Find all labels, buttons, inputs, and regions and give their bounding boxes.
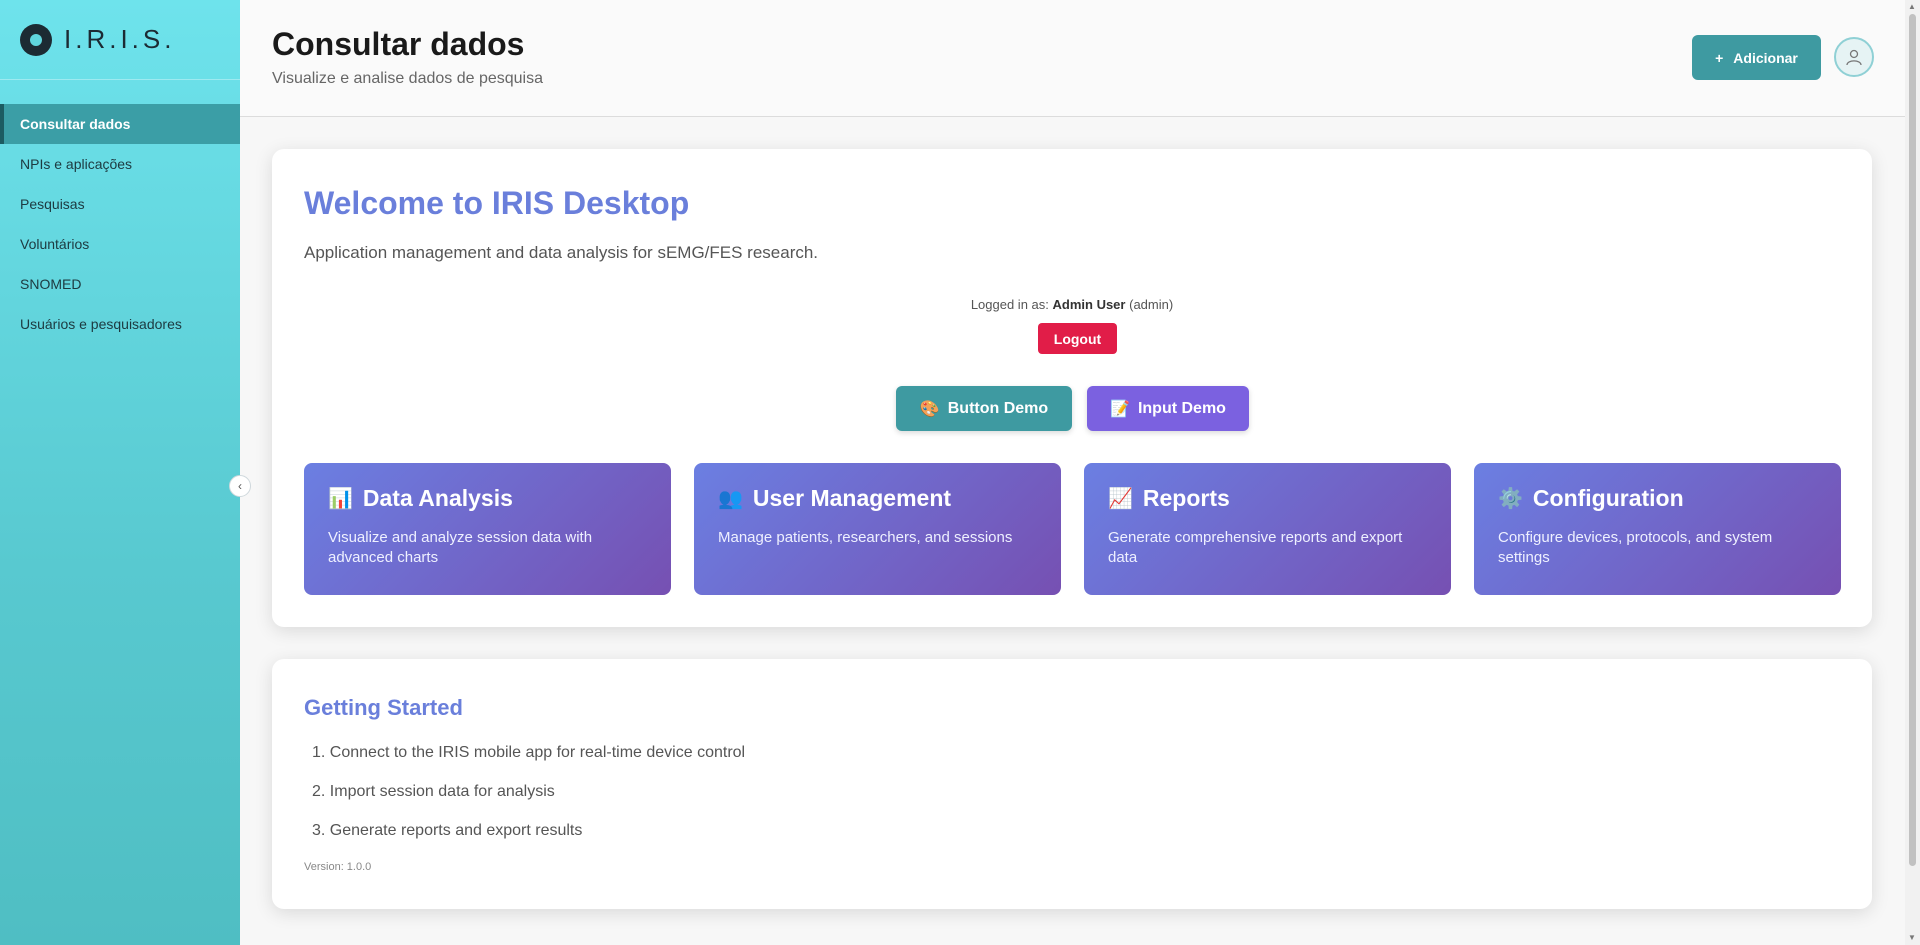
feature-card-user-management[interactable]: 👥 User Management Manage patients, resea… (694, 463, 1061, 595)
add-button-label: Adicionar (1733, 49, 1798, 66)
bar-chart-icon: 📊 (328, 488, 353, 510)
feature-description: Configure devices, protocols, and system… (1498, 529, 1773, 566)
scroll-up-icon[interactable]: ▲ (1908, 2, 1916, 11)
user-icon (1846, 49, 1862, 66)
avatar[interactable] (1834, 37, 1874, 77)
app-logo[interactable]: I.R.I.S. (0, 0, 240, 80)
logo-icon (20, 23, 52, 56)
list-item: 3. Generate reports and export results (312, 822, 583, 839)
sidebar-item-snomed[interactable]: SNOMED (0, 264, 240, 304)
login-info: Logged in as: Admin User (admin) (272, 297, 1872, 312)
steps-list: 1. Connect to the IRIS mobile app for re… (312, 743, 745, 860)
palette-icon: 🎨 (919, 400, 940, 418)
input-demo-button[interactable]: 📝 Input Demo (1087, 386, 1249, 431)
user-role: (admin) (1129, 297, 1174, 312)
sidebar-item-npis[interactable]: NPIs e aplicações (0, 144, 240, 184)
feature-card-data-analysis[interactable]: 📊 Data Analysis Visualize and analyze se… (304, 463, 671, 595)
chevron-left-icon: ‹ (238, 479, 242, 493)
feature-title: Reports (1142, 485, 1230, 511)
sidebar-collapse-button[interactable]: ‹ (229, 475, 251, 497)
getting-started-title: Getting Started (304, 695, 463, 720)
welcome-description: Application management and data analysis… (304, 243, 819, 262)
login-prefix: Logged in as: (970, 297, 1049, 312)
logo-text: I.R.I.S. (64, 24, 176, 54)
feature-card-configuration[interactable]: ⚙️ Configuration Configure devices, prot… (1474, 463, 1841, 595)
memo-icon: 📝 (1110, 400, 1130, 418)
input-demo-label: Input Demo (1137, 399, 1226, 417)
sidebar-item-voluntarios[interactable]: Voluntários (0, 224, 240, 264)
page-header: Consultar dados Visualize e analise dado… (240, 0, 1905, 117)
main-content: Consultar dados Visualize e analise dado… (240, 0, 1905, 945)
feature-card-reports[interactable]: 📈 Reports Generate comprehensive reports… (1084, 463, 1451, 595)
list-item: 1. Connect to the IRIS mobile app for re… (312, 744, 746, 761)
gear-icon: ⚙️ (1498, 488, 1523, 510)
trend-chart-icon: 📈 (1108, 488, 1133, 510)
sidebar-item-usuarios[interactable]: Usuários e pesquisadores (0, 304, 240, 344)
scroll-down-icon[interactable]: ▼ (1908, 933, 1916, 942)
sidebar-item-pesquisas[interactable]: Pesquisas (0, 184, 240, 224)
feature-title: Data Analysis (362, 485, 513, 511)
sidebar-item-consultar-dados[interactable]: Consultar dados (0, 104, 240, 144)
users-icon: 👥 (718, 488, 743, 510)
plus-icon: + (1715, 49, 1724, 66)
vertical-scrollbar[interactable]: ▲ ▼ (1905, 0, 1920, 945)
button-demo-label: Button Demo (947, 399, 1049, 417)
sidebar-nav: Consultar dados NPIs e aplicações Pesqui… (0, 104, 240, 344)
feature-description: Generate comprehensive reports and expor… (1108, 529, 1403, 566)
logout-button[interactable]: Logout (1038, 323, 1117, 354)
sidebar: I.R.I.S. Consultar dados NPIs e aplicaçõ… (0, 0, 240, 945)
feature-description: Visualize and analyze session data with … (328, 529, 593, 566)
add-button[interactable]: + Adicionar (1692, 35, 1821, 80)
feature-description: Manage patients, researchers, and sessio… (718, 529, 1013, 546)
button-demo-button[interactable]: 🎨 Button Demo (896, 386, 1072, 431)
user-name: Admin User (1052, 297, 1126, 312)
welcome-card: Welcome to IRIS Desktop Application mana… (272, 149, 1872, 627)
page-subtitle: Visualize e analise dados de pesquisa (272, 70, 544, 87)
getting-started-card: Getting Started 1. Connect to the IRIS m… (272, 659, 1872, 909)
feature-title: Configuration (1532, 485, 1684, 511)
version-label: Version: 1.0.0 (304, 861, 372, 873)
feature-title: User Management (752, 485, 952, 511)
scrollbar-thumb[interactable] (1909, 14, 1916, 866)
list-item: 2. Import session data for analysis (312, 783, 555, 800)
page-title: Consultar dados (272, 26, 525, 62)
welcome-title: Welcome to IRIS Desktop (304, 185, 690, 221)
